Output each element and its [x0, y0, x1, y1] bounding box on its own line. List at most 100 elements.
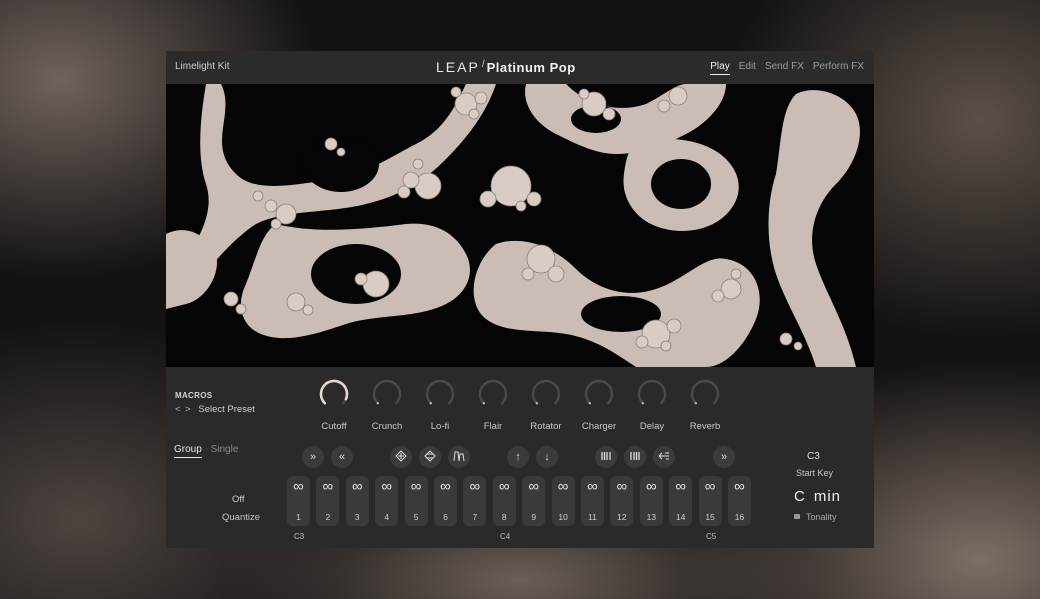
- knob-dial[interactable]: [637, 379, 667, 409]
- skip-button[interactable]: »: [713, 446, 735, 468]
- knob-label: Lo-fi: [430, 421, 450, 432]
- slice-b-icon: [629, 450, 641, 465]
- pad-16[interactable]: ∞ 16: [728, 476, 751, 526]
- fast-forward-icon: »: [309, 451, 317, 463]
- pad-number: 14: [675, 512, 686, 522]
- pad-12[interactable]: ∞ 12: [610, 476, 634, 526]
- envelope-button[interactable]: [448, 446, 470, 468]
- start-key-label: Start Key: [796, 468, 834, 478]
- pad-number: 1: [296, 512, 301, 522]
- pad-number: 11: [588, 512, 597, 522]
- logo-slash: /: [481, 58, 485, 70]
- pitch-down-button[interactable]: ↓: [536, 446, 558, 468]
- texture-a-button[interactable]: [390, 446, 412, 468]
- pad-10[interactable]: ∞ 10: [551, 476, 575, 526]
- knob-dial[interactable]: [425, 379, 455, 409]
- main-nav: Play Edit Send FX Perform FX: [710, 61, 864, 75]
- preset-label: Select Preset: [198, 404, 255, 415]
- loop-icon: ∞: [498, 478, 510, 495]
- pad-number: 10: [558, 512, 568, 522]
- product-logo: LEAP / Platinum Pop: [436, 57, 604, 77]
- tonality-scale[interactable]: min: [814, 488, 841, 505]
- pitch-down-icon: ↓: [544, 451, 550, 463]
- knob-reverb[interactable]: Reverb: [680, 379, 730, 432]
- pad-3[interactable]: ∞ 3: [345, 476, 369, 526]
- texture-a-icon: [395, 449, 407, 465]
- knob-lo-fi[interactable]: Lo-fi: [415, 379, 465, 432]
- tab-perform-fx[interactable]: Perform FX: [813, 61, 864, 75]
- pad-number: 8: [501, 512, 507, 522]
- knob-flair[interactable]: Flair: [468, 379, 518, 432]
- knob-dial[interactable]: [478, 379, 508, 409]
- knob-label: Rotator: [530, 421, 562, 432]
- tonality-label: Tonality: [806, 512, 837, 522]
- rewind-icon: «: [338, 451, 346, 463]
- quantize-value[interactable]: Off: [232, 494, 245, 505]
- plugin-window: Limelight Kit LEAP / Platinum Pop Play E…: [166, 51, 874, 548]
- reverse-button[interactable]: [653, 446, 675, 468]
- tab-play[interactable]: Play: [710, 61, 730, 75]
- pitch-up-icon: ↑: [515, 451, 521, 463]
- tab-send-fx[interactable]: Send FX: [765, 61, 804, 75]
- pad-15[interactable]: ∞ 15: [698, 476, 722, 526]
- pad-number: 4: [384, 512, 390, 522]
- knob-label: Flair: [483, 421, 503, 432]
- pad-5[interactable]: ∞ 5: [404, 476, 428, 526]
- loop-icon: ∞: [440, 478, 451, 495]
- knob-rotator[interactable]: Rotator: [521, 379, 571, 432]
- pad-4[interactable]: ∞ 4: [375, 476, 399, 526]
- slice-a-icon: [600, 450, 612, 465]
- tab-group[interactable]: Group: [174, 444, 202, 458]
- loop-icon: ∞: [410, 478, 422, 495]
- knob-label: Cutoff: [321, 421, 347, 432]
- pad-1[interactable]: ∞ 1: [287, 476, 310, 526]
- knob-dial[interactable]: [584, 379, 614, 409]
- tab-edit[interactable]: Edit: [739, 61, 756, 75]
- knob-cutoff[interactable]: Cutoff: [309, 379, 359, 432]
- reverse-icon: [658, 450, 670, 465]
- pad-8[interactable]: ∞ 8: [492, 476, 516, 526]
- knob-label: Delay: [639, 421, 665, 432]
- knob-crunch[interactable]: Crunch: [362, 379, 412, 432]
- loop-icon: ∞: [645, 478, 657, 495]
- knob-dial[interactable]: [690, 379, 720, 409]
- knob-dial[interactable]: [372, 379, 402, 409]
- lock-icon[interactable]: [794, 514, 800, 519]
- loop-icon: ∞: [528, 478, 540, 495]
- knob-dial[interactable]: [531, 379, 561, 409]
- knob-dial[interactable]: [319, 379, 349, 409]
- pad-number: 2: [325, 512, 331, 522]
- knob-charger[interactable]: Charger: [574, 379, 624, 432]
- pad-14[interactable]: ∞ 14: [669, 476, 693, 526]
- texture-b-button[interactable]: [419, 446, 441, 468]
- slice-b-button[interactable]: [624, 446, 646, 468]
- pad-9[interactable]: ∞ 9: [522, 476, 546, 526]
- pad-number: 6: [443, 512, 448, 522]
- pad-7[interactable]: ∞ 7: [463, 476, 487, 526]
- pad-number: 9: [531, 512, 537, 522]
- tonality-value[interactable]: Cmin: [794, 488, 841, 505]
- fast-forward-button[interactable]: »: [302, 446, 324, 468]
- pad-11[interactable]: ∞ 11: [581, 476, 604, 526]
- pad-13[interactable]: ∞ 13: [639, 476, 663, 526]
- pad-6[interactable]: ∞ 6: [434, 476, 457, 526]
- quantize-label: Quantize: [222, 512, 261, 523]
- pad-number: 5: [413, 512, 419, 522]
- logo-platinum-pop: Platinum Pop: [486, 59, 576, 75]
- knob-delay[interactable]: Delay: [627, 379, 677, 432]
- start-key-value[interactable]: C3: [807, 451, 820, 462]
- logo-leap: LEAP: [436, 59, 480, 75]
- tab-single[interactable]: Single: [211, 444, 239, 455]
- tonality-key[interactable]: C: [794, 488, 806, 505]
- loop-icon: ∞: [587, 478, 598, 495]
- slice-a-button[interactable]: [595, 446, 617, 468]
- octave-label-c5: C5: [706, 532, 717, 541]
- pad-number: 13: [646, 512, 657, 522]
- loop-icon: ∞: [675, 478, 687, 495]
- kit-name[interactable]: Limelight Kit: [175, 61, 229, 72]
- pad-2[interactable]: ∞ 2: [316, 476, 340, 526]
- rewind-button[interactable]: «: [331, 446, 353, 468]
- pitch-up-button[interactable]: ↑: [507, 446, 529, 468]
- preset-arrows-icon[interactable]: < >: [175, 404, 192, 415]
- preset-selector[interactable]: < > Select Preset: [175, 404, 255, 415]
